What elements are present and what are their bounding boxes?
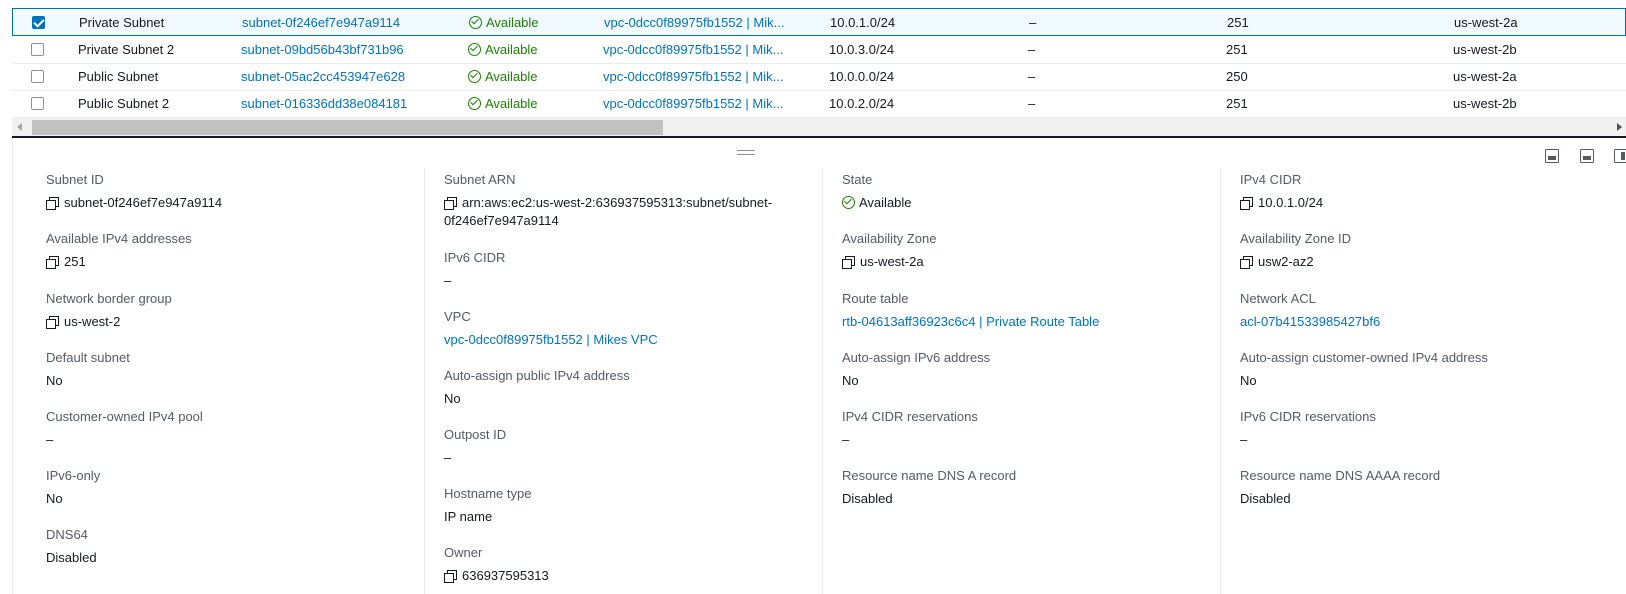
- field-ipv6-cidr: IPv6 CIDR –: [444, 250, 506, 288]
- check-circle-icon: [842, 196, 855, 209]
- details-column-1: Subnet ID subnet-0f246ef7e947a9114 Avail…: [46, 138, 416, 594]
- availability-zone: us-west-2a: [1453, 69, 1517, 84]
- ipv6-cidr: –: [1028, 96, 1036, 111]
- check-circle-icon: [468, 70, 481, 83]
- field-available-ipv4: Available IPv4 addresses 251: [46, 231, 192, 269]
- copy-icon[interactable]: [46, 256, 59, 269]
- network-acl-link[interactable]: acl-07b41533985427bf6: [1240, 313, 1610, 331]
- field-auto-assign-customer-ipv4: Auto-assign customer-owned IPv4 address …: [1240, 350, 1488, 388]
- column-separator: [424, 168, 425, 594]
- subnet-id-link[interactable]: subnet-09bd56b43bf731b96: [241, 36, 441, 64]
- status-badge: Available: [468, 63, 588, 91]
- field-ipv4-cidr-reservations: IPv4 CIDR reservations –: [842, 409, 978, 447]
- copy-icon[interactable]: [46, 197, 59, 210]
- scrollbar-thumb[interactable]: [32, 120, 663, 135]
- status-badge: Available: [468, 90, 588, 118]
- field-vpc: VPC vpc-0dcc0f89975fb1552 | Mikes VPC: [444, 309, 814, 349]
- check-circle-icon: [469, 16, 482, 29]
- copy-icon[interactable]: [444, 570, 457, 583]
- scroll-right-arrow-icon[interactable]: [1617, 123, 1622, 131]
- ipv6-cidr: –: [1029, 15, 1037, 30]
- scroll-left-arrow-icon[interactable]: [17, 123, 22, 131]
- row-checkbox[interactable]: [31, 97, 44, 110]
- field-subnet-arn: Subnet ARN arn:aws:ec2:us-west-2:6369375…: [444, 172, 773, 228]
- vpc-link[interactable]: vpc-0dcc0f89975fb1552 | Mik...: [604, 9, 804, 37]
- field-customer-owned-pool: Customer-owned IPv4 pool –: [46, 409, 203, 447]
- details-column-2: Subnet ARN arn:aws:ec2:us-west-2:6369375…: [444, 138, 814, 594]
- field-owner: Owner 636937595313: [444, 545, 549, 583]
- check-circle-icon: [468, 97, 481, 110]
- row-checkbox[interactable]: [31, 43, 44, 56]
- subnet-name: Private Subnet: [79, 15, 165, 30]
- ipv4-cidr: 10.0.0.0/24: [829, 69, 895, 84]
- copy-icon[interactable]: [1240, 197, 1253, 210]
- ipv6-cidr: –: [1028, 42, 1036, 57]
- field-subnet-id: Subnet ID subnet-0f246ef7e947a9114: [46, 172, 223, 210]
- available-ips: 251: [1226, 96, 1248, 111]
- available-ips: 251: [1227, 15, 1249, 30]
- available-ips: 250: [1226, 69, 1248, 84]
- field-network-border-group: Network border group us-west-2: [46, 291, 172, 329]
- table-row[interactable]: Private Subnet subnet-0f246ef7e947a9114 …: [12, 8, 1626, 36]
- details-column-3: State Available Availability Zone us-wes…: [842, 138, 1212, 594]
- field-availability-zone: Availability Zone us-west-2a: [842, 231, 937, 269]
- horizontal-scrollbar[interactable]: [12, 118, 1626, 136]
- subnet-id-link[interactable]: subnet-016336dd38e084181: [241, 90, 441, 118]
- vpc-link[interactable]: vpc-0dcc0f89975fb1552 | Mik...: [603, 63, 803, 91]
- subnets-table: Private Subnet subnet-0f246ef7e947a9114 …: [12, 0, 1626, 120]
- vpc-link[interactable]: vpc-0dcc0f89975fb1552 | Mikes VPC: [444, 331, 814, 349]
- subnet-name: Private Subnet 2: [78, 42, 175, 57]
- field-dns-a-record: Resource name DNS A record Disabled: [842, 468, 1017, 506]
- check-circle-icon: [468, 43, 481, 56]
- field-dns-aaaa-record: Resource name DNS AAAA record Disabled: [1240, 468, 1441, 506]
- field-auto-assign-public-ipv4: Auto-assign public IPv4 address No: [444, 368, 630, 406]
- table-row[interactable]: Private Subnet 2 subnet-09bd56b43bf731b9…: [12, 36, 1626, 64]
- details-column-4: IPv4 CIDR 10.0.1.0/24 Availability Zone …: [1240, 138, 1610, 594]
- subnet-name: Public Subnet: [78, 69, 159, 84]
- vpc-link[interactable]: vpc-0dcc0f89975fb1552 | Mik...: [603, 36, 803, 64]
- table-row[interactable]: Public Subnet 2 subnet-016336dd38e084181…: [12, 90, 1626, 118]
- copy-icon[interactable]: [46, 316, 59, 329]
- column-separator: [822, 168, 823, 594]
- route-table-link[interactable]: rtb-04613aff36923c6c4 | Private Route Ta…: [842, 313, 1212, 331]
- field-ipv6-only: IPv6-only No: [46, 468, 101, 506]
- field-route-table: Route table rtb-04613aff36923c6c4 | Priv…: [842, 291, 1212, 331]
- status-badge: Available: [468, 36, 588, 64]
- copy-icon[interactable]: [444, 197, 457, 210]
- copy-icon[interactable]: [1240, 256, 1253, 269]
- field-dns64: DNS64 Disabled: [46, 527, 97, 565]
- availability-zone: us-west-2b: [1453, 42, 1517, 57]
- vpc-link[interactable]: vpc-0dcc0f89975fb1552 | Mik...: [603, 90, 803, 118]
- field-ipv6-cidr-reservations: IPv6 CIDR reservations –: [1240, 409, 1376, 447]
- field-network-acl: Network ACL acl-07b41533985427bf6: [1240, 291, 1610, 331]
- row-checkbox[interactable]: [32, 16, 45, 29]
- field-auto-assign-ipv6: Auto-assign IPv6 address No: [842, 350, 991, 388]
- field-default-subnet: Default subnet No: [46, 350, 130, 388]
- field-availability-zone-id: Availability Zone ID usw2-az2: [1240, 231, 1352, 269]
- availability-zone: us-west-2a: [1454, 15, 1518, 30]
- field-hostname-type: Hostname type IP name: [444, 486, 532, 524]
- column-separator: [1220, 168, 1221, 594]
- subnet-details-panel: Subnet ID subnet-0f246ef7e947a9114 Avail…: [12, 138, 1626, 594]
- copy-icon[interactable]: [842, 256, 855, 269]
- ipv6-cidr: –: [1028, 69, 1036, 84]
- available-ips: 251: [1226, 42, 1248, 57]
- status-badge: Available: [842, 194, 1212, 212]
- row-checkbox[interactable]: [31, 70, 44, 83]
- subnet-name: Public Subnet 2: [78, 96, 170, 111]
- field-state: State Available: [842, 172, 1212, 212]
- subnet-id-link[interactable]: subnet-0f246ef7e947a9114: [242, 9, 442, 37]
- ipv4-cidr: 10.0.1.0/24: [830, 15, 896, 30]
- ipv4-cidr: 10.0.3.0/24: [829, 42, 895, 57]
- ipv4-cidr: 10.0.2.0/24: [829, 96, 895, 111]
- subnet-id-link[interactable]: subnet-05ac2cc453947e628: [241, 63, 441, 91]
- field-outpost-id: Outpost ID –: [444, 427, 507, 465]
- table-row[interactable]: Public Subnet subnet-05ac2cc453947e628 A…: [12, 63, 1626, 91]
- availability-zone: us-west-2b: [1453, 96, 1517, 111]
- status-badge: Available: [469, 9, 589, 37]
- field-ipv4-cidr: IPv4 CIDR 10.0.1.0/24: [1240, 172, 1324, 210]
